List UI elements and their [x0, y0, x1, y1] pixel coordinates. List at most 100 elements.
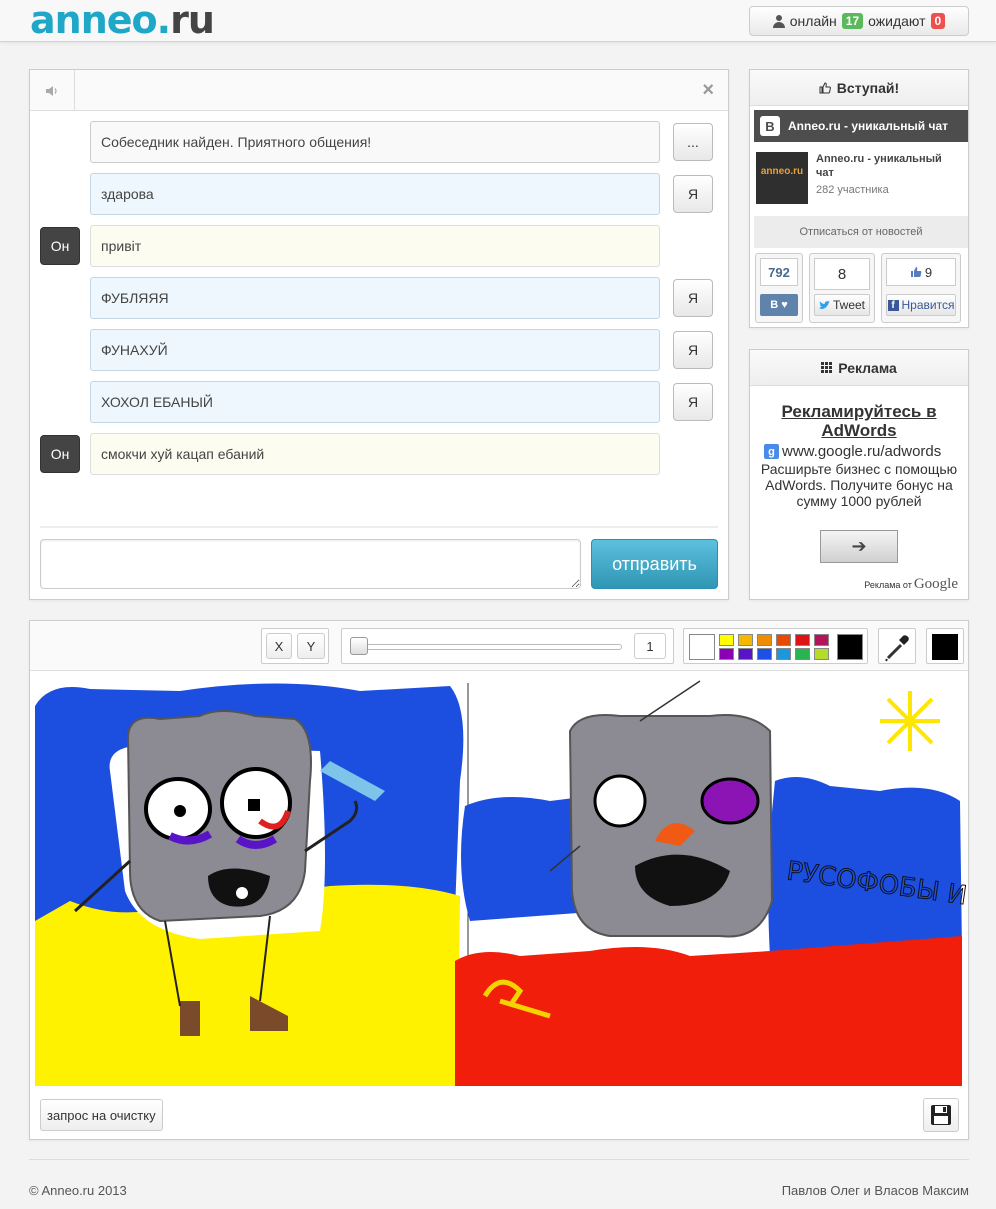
- pupil-1: [174, 805, 186, 817]
- sun: [880, 691, 940, 751]
- self-label[interactable]: Я: [673, 331, 713, 369]
- slider-handle[interactable]: [350, 637, 368, 655]
- ads-title: Реклама: [838, 359, 897, 376]
- color-swatch[interactable]: [814, 634, 829, 646]
- partner-label[interactable]: Он: [40, 227, 80, 265]
- color-swatch[interactable]: [757, 648, 772, 660]
- color-swatch[interactable]: [757, 634, 772, 646]
- eyedropper-icon: [885, 635, 909, 662]
- send-button[interactable]: отправить: [591, 539, 718, 589]
- online-label: онлайн: [789, 13, 837, 29]
- online-count-badge: 17: [841, 13, 864, 29]
- color-swatch[interactable]: [776, 648, 791, 660]
- color-swatch[interactable]: [719, 648, 734, 660]
- pupil-2: [248, 799, 260, 811]
- vk-group-name[interactable]: Anneo.ru - уникальный чат: [816, 152, 961, 180]
- message-input[interactable]: [40, 539, 581, 589]
- drawing-toolbar: X Y 1: [30, 621, 968, 671]
- sound-toggle[interactable]: [30, 70, 75, 111]
- chat-message: ФУБЛЯЯЯ: [90, 277, 660, 319]
- user-icon: [772, 14, 785, 28]
- top-bar: anneo.ru онлайн 17 ожидают 0: [0, 0, 996, 42]
- right-eye-bruise: [700, 777, 760, 825]
- vk-logo-icon: B: [760, 116, 780, 136]
- self-label[interactable]: Я: [673, 175, 713, 213]
- chat-header: ×: [30, 70, 728, 111]
- waiting-count-badge: 0: [930, 13, 946, 29]
- vk-header-text: Anneo.ru - уникальный чат: [788, 119, 949, 133]
- drawing-canvas[interactable]: РУСОФОБЫ И ДИТЕ НАХУЙ!: [30, 671, 968, 1089]
- tooth: [236, 887, 248, 899]
- ads-panel-title: Реклама: [750, 350, 968, 386]
- brush-size-value[interactable]: 1: [634, 633, 666, 659]
- arrow-right-icon: ➔: [851, 536, 867, 556]
- vk-share-widget: 792 B ♥: [755, 253, 803, 323]
- divider: [40, 526, 718, 528]
- fb-like-button[interactable]: f Нравится: [886, 294, 956, 316]
- facebook-icon: f: [887, 299, 899, 311]
- chat-message: Собеседник найден. Приятного общения!: [90, 121, 660, 163]
- mirror-y-button[interactable]: Y: [297, 633, 325, 659]
- speaker-icon: [46, 85, 57, 96]
- site-logo[interactable]: anneo.ru: [30, 0, 215, 42]
- chat-panel: × Собеседник найден. Приятного общения!.…: [29, 69, 729, 600]
- vk-icon: B: [770, 299, 779, 311]
- chat-message: здарова: [90, 173, 660, 215]
- authors: Павлов Олег и Власов Максим: [781, 1183, 969, 1198]
- chat-message: смокчи хуй кацап ебаний: [90, 433, 660, 475]
- vk-widget-panel: Вступай! B Anneo.ru - уникальный чат ann…: [749, 69, 969, 328]
- drawing-svg: РУСОФОБЫ И ДИТЕ НАХУЙ!: [35, 680, 968, 1086]
- current-color[interactable]: [926, 628, 964, 664]
- close-icon[interactable]: ×: [702, 79, 714, 102]
- boot-1: [180, 1001, 200, 1036]
- vk-group-header[interactable]: B Anneo.ru - уникальный чат: [754, 110, 968, 142]
- fb-like-count: 9: [886, 258, 956, 286]
- twitter-bird-icon: [818, 300, 830, 309]
- mirror-group: X Y: [261, 628, 329, 664]
- partner-label[interactable]: Он: [40, 435, 80, 473]
- color-swatch[interactable]: [795, 648, 810, 660]
- chat-message: ХОХОЛ ЕБАНЫЙ: [90, 381, 660, 423]
- tweet-button[interactable]: Tweet: [814, 294, 870, 316]
- current-color-swatch: [932, 634, 958, 660]
- tweet-label: Tweet: [832, 298, 865, 312]
- waiting-label: ожидают: [868, 13, 926, 29]
- color-swatch[interactable]: [738, 648, 753, 660]
- online-status-button[interactable]: онлайн 17 ожидают 0: [749, 6, 969, 36]
- facebook-share-widget: 9 f Нравится: [881, 253, 961, 323]
- brush-size-group: 1: [341, 628, 674, 664]
- vk-member-count: 282 участника: [816, 184, 889, 196]
- eyedropper-button[interactable]: [878, 628, 916, 664]
- save-button[interactable]: [923, 1098, 959, 1132]
- ad-arrow-button[interactable]: ➔: [820, 530, 898, 563]
- brush-size-slider[interactable]: [352, 644, 622, 650]
- heart-icon: ♥: [781, 299, 788, 311]
- swatch-white[interactable]: [689, 634, 715, 660]
- vk-share-count: 792: [760, 258, 798, 286]
- clear-request-button[interactable]: запрос на очистку: [40, 1099, 163, 1131]
- right-eye-1: [593, 774, 647, 828]
- color-swatch[interactable]: [776, 634, 791, 646]
- self-label[interactable]: Я: [673, 383, 713, 421]
- palette-group: [683, 628, 868, 664]
- vk-unsubscribe-button[interactable]: Отписаться от новостей: [754, 216, 968, 248]
- chat-message: ФУНАХУЙ: [90, 329, 660, 371]
- color-swatch[interactable]: [795, 634, 810, 646]
- ad-url[interactable]: g www.google.ru/adwords: [764, 443, 964, 460]
- ad-headline-link[interactable]: Рекламируйтесь в AdWords: [750, 402, 968, 440]
- vk-group-avatar[interactable]: anneo.ru: [756, 152, 808, 204]
- ads-by-google[interactable]: Реклама от Google: [864, 576, 958, 593]
- color-swatch[interactable]: [738, 634, 753, 646]
- color-swatch[interactable]: [719, 634, 734, 646]
- vk-group-card: anneo.ru Anneo.ru - уникальный чат 282 у…: [754, 142, 968, 216]
- google-wordmark: Google: [913, 576, 958, 592]
- vk-title: Вступай!: [836, 79, 900, 96]
- drawing-panel: X Y 1 РУСОФОБЫ И запрос на очистку: [29, 620, 969, 1140]
- color-swatch[interactable]: [814, 648, 829, 660]
- swatch-black[interactable]: [837, 634, 863, 660]
- mirror-x-button[interactable]: X: [266, 633, 292, 659]
- twitter-share-widget: 8 Tweet: [809, 253, 875, 323]
- self-label[interactable]: Я: [673, 279, 713, 317]
- tweet-count: 8: [814, 258, 870, 290]
- vk-like-button[interactable]: B ♥: [760, 294, 798, 316]
